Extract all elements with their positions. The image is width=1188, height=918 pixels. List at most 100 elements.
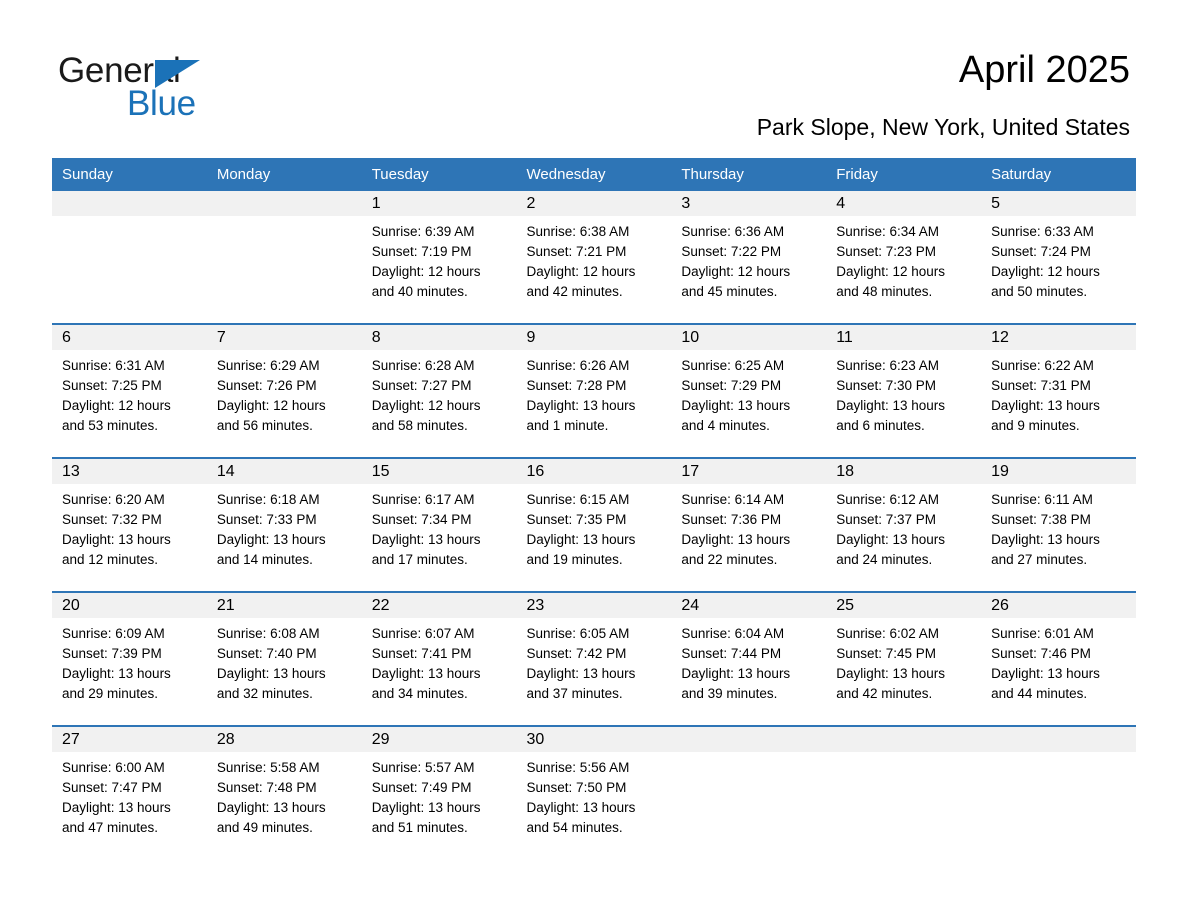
calendar-day-cell[interactable]: 23 Sunrise: 6:05 AM Sunset: 7:42 PM Dayligh…: [516, 591, 672, 726]
day-number: 20: [52, 593, 207, 618]
daylight-text-line2: and 6 minutes.: [836, 418, 925, 433]
day-sun-info: Sunrise: 6:18 AM Sunset: 7:33 PM Daylight:…: [207, 484, 362, 570]
calendar-day-cell[interactable]: 29 Sunrise: 5:57 AM Sunset: 7:49 PM Dayligh…: [361, 725, 517, 845]
day-sun-info: Sunrise: 6:17 AM Sunset: 7:34 PM Daylight:…: [362, 484, 517, 570]
day-sun-info: Sunrise: 6:08 AM Sunset: 7:40 PM Daylight:…: [207, 618, 362, 704]
sunrise-text: Sunrise: 6:09 AM: [62, 626, 165, 641]
sunrise-text: Sunrise: 6:02 AM: [836, 626, 940, 641]
calendar-day-cell[interactable]: 10 Sunrise: 6:25 AM Sunset: 7:29 PM Dayligh…: [671, 323, 827, 458]
day-sun-info: Sunrise: 5:56 AM Sunset: 7:50 PM Daylight:…: [517, 752, 672, 838]
daylight-text-line2: and 34 minutes.: [371, 686, 468, 701]
day-cell-inner: 21 Sunrise: 6:08 AM Sunset: 7:40 PM Dayligh…: [206, 593, 362, 725]
day-cell-inner: 18 Sunrise: 6:12 AM Sunset: 7:37 PM Dayligh…: [826, 459, 982, 591]
daylight-text-line1: Daylight: 13 hours: [991, 398, 1100, 413]
daylight-text-line1: Daylight: 13 hours: [62, 532, 171, 547]
daylight-text-line2: and 54 minutes.: [526, 820, 623, 835]
calendar-day-cell[interactable]: 1 Sunrise: 6:39 AM Sunset: 7:19 PM Daylight…: [361, 191, 517, 324]
daylight-text-line2: and 1 minute.: [526, 418, 609, 433]
day-sun-info: Sunrise: 6:39 AM Sunset: 7:19 PM Daylight:…: [362, 216, 517, 302]
calendar-day-cell[interactable]: 24 Sunrise: 6:04 AM Sunset: 7:44 PM Dayligh…: [671, 591, 827, 726]
calendar-day-cell[interactable]: 6 Sunrise: 6:31 AM Sunset: 7:25 PM Daylight…: [52, 323, 207, 458]
calendar-day-cell[interactable]: 14 Sunrise: 6:18 AM Sunset: 7:33 PM Dayligh…: [206, 457, 362, 592]
calendar-day-cell: [206, 191, 362, 324]
daylight-text-line2: and 44 minutes.: [991, 686, 1088, 701]
day-number: [671, 727, 827, 752]
daylight-text-line1: Daylight: 13 hours: [371, 532, 481, 547]
sunset-text: Sunset: 7:21 PM: [526, 244, 627, 259]
calendar-day-cell[interactable]: 17 Sunrise: 6:14 AM Sunset: 7:36 PM Dayligh…: [671, 457, 827, 592]
calendar-day-cell[interactable]: 11 Sunrise: 6:23 AM Sunset: 7:30 PM Dayligh…: [826, 323, 982, 458]
daylight-text-line1: Daylight: 13 hours: [526, 532, 636, 547]
day-sun-info: Sunrise: 6:09 AM Sunset: 7:39 PM Daylight:…: [52, 618, 207, 704]
sunset-text: Sunset: 7:22 PM: [681, 244, 782, 259]
calendar-day-cell[interactable]: 5 Sunrise: 6:33 AM Sunset: 7:24 PM Daylight…: [981, 191, 1136, 324]
calendar-day-cell[interactable]: 7 Sunrise: 6:29 AM Sunset: 7:26 PM Daylight…: [206, 323, 362, 458]
day-sun-info: Sunrise: 6:11 AM Sunset: 7:38 PM Daylight:…: [981, 484, 1136, 570]
calendar-day-cell: [981, 725, 1136, 845]
calendar-day-cell[interactable]: 8 Sunrise: 6:28 AM Sunset: 7:27 PM Daylight…: [361, 323, 517, 458]
daylight-text-line2: and 42 minutes.: [836, 686, 933, 701]
daylight-text-line2: and 48 minutes.: [836, 284, 933, 299]
sunrise-text: Sunrise: 6:11 AM: [991, 492, 1093, 507]
daylight-text-line1: Daylight: 12 hours: [836, 264, 946, 279]
calendar-day-cell[interactable]: 2 Sunrise: 6:38 AM Sunset: 7:21 PM Daylight…: [516, 191, 672, 324]
day-sun-info: Sunrise: 6:23 AM Sunset: 7:30 PM Daylight:…: [826, 350, 981, 436]
daylight-text-line2: and 14 minutes.: [216, 552, 313, 567]
sunrise-text: Sunrise: 5:57 AM: [371, 760, 475, 775]
calendar-day-cell[interactable]: 20 Sunrise: 6:09 AM Sunset: 7:39 PM Dayligh…: [52, 591, 207, 726]
daylight-text-line1: Daylight: 12 hours: [62, 398, 171, 413]
calendar-day-cell[interactable]: 16 Sunrise: 6:15 AM Sunset: 7:35 PM Dayligh…: [516, 457, 672, 592]
weekday-header-sunday: Sunday: [52, 158, 207, 191]
calendar-day-cell[interactable]: 30 Sunrise: 5:56 AM Sunset: 7:50 PM Dayligh…: [516, 725, 672, 845]
sunrise-text: Sunrise: 5:56 AM: [526, 760, 630, 775]
day-number: 16: [516, 459, 672, 484]
calendar-day-cell[interactable]: 28 Sunrise: 5:58 AM Sunset: 7:48 PM Dayligh…: [206, 725, 362, 845]
calendar-week-row: 20 Sunrise: 6:09 AM Sunset: 7:39 PM Dayligh…: [52, 591, 1136, 726]
sunrise-text: Sunrise: 6:07 AM: [371, 626, 475, 641]
sunset-text: Sunset: 7:23 PM: [836, 244, 937, 259]
calendar-day-cell[interactable]: 4 Sunrise: 6:34 AM Sunset: 7:23 PM Daylight…: [826, 191, 982, 324]
day-sun-info: Sunrise: 6:12 AM Sunset: 7:37 PM Daylight:…: [826, 484, 981, 570]
sunrise-text: Sunrise: 6:29 AM: [216, 358, 320, 373]
calendar-day-cell[interactable]: 26 Sunrise: 6:01 AM Sunset: 7:46 PM Dayligh…: [981, 591, 1136, 726]
general-blue-logo[interactable]: General Blue: [58, 52, 258, 124]
sunrise-text: Sunrise: 6:15 AM: [526, 492, 630, 507]
calendar-day-cell[interactable]: 18 Sunrise: 6:12 AM Sunset: 7:37 PM Dayligh…: [826, 457, 982, 592]
calendar-day-cell[interactable]: 13 Sunrise: 6:20 AM Sunset: 7:32 PM Dayligh…: [52, 457, 207, 592]
weekday-header-friday: Friday: [826, 158, 982, 191]
day-number: 11: [826, 325, 982, 350]
sunset-text: Sunset: 7:50 PM: [526, 780, 627, 795]
sunset-text: Sunset: 7:24 PM: [991, 244, 1091, 259]
calendar-day-cell[interactable]: 21 Sunrise: 6:08 AM Sunset: 7:40 PM Dayligh…: [206, 591, 362, 726]
daylight-text-line1: Daylight: 13 hours: [526, 666, 636, 681]
daylight-text-line1: Daylight: 12 hours: [371, 398, 481, 413]
daylight-text-line2: and 40 minutes.: [371, 284, 468, 299]
daylight-text-line1: Daylight: 13 hours: [371, 666, 481, 681]
day-cell-inner: 27 Sunrise: 6:00 AM Sunset: 7:47 PM Dayligh…: [52, 727, 207, 845]
calendar-day-cell[interactable]: 22 Sunrise: 6:07 AM Sunset: 7:41 PM Dayligh…: [361, 591, 517, 726]
calendar-day-cell[interactable]: 9 Sunrise: 6:26 AM Sunset: 7:28 PM Daylight…: [516, 323, 672, 458]
day-sun-info: Sunrise: 6:07 AM Sunset: 7:41 PM Daylight:…: [362, 618, 517, 704]
sunrise-text: Sunrise: 6:31 AM: [62, 358, 165, 373]
day-number: [826, 727, 982, 752]
calendar-day-cell: [52, 191, 207, 324]
calendar-day-cell[interactable]: 25 Sunrise: 6:02 AM Sunset: 7:45 PM Dayligh…: [826, 591, 982, 726]
sunset-text: Sunset: 7:38 PM: [991, 512, 1091, 527]
day-cell-inner: 2 Sunrise: 6:38 AM Sunset: 7:21 PM Daylight…: [516, 191, 672, 323]
calendar-day-cell[interactable]: 3 Sunrise: 6:36 AM Sunset: 7:22 PM Daylight…: [671, 191, 827, 324]
calendar-day-cell[interactable]: 15 Sunrise: 6:17 AM Sunset: 7:34 PM Dayligh…: [361, 457, 517, 592]
calendar-day-cell[interactable]: 12 Sunrise: 6:22 AM Sunset: 7:31 PM Dayligh…: [981, 323, 1136, 458]
calendar-day-cell[interactable]: 19 Sunrise: 6:11 AM Sunset: 7:38 PM Dayligh…: [981, 457, 1136, 592]
calendar-day-cell[interactable]: 27 Sunrise: 6:00 AM Sunset: 7:47 PM Dayligh…: [52, 725, 207, 845]
day-cell-inner: [981, 727, 1136, 845]
day-sun-info: Sunrise: 6:29 AM Sunset: 7:26 PM Daylight:…: [207, 350, 362, 436]
day-sun-info: Sunrise: 6:14 AM Sunset: 7:36 PM Daylight:…: [671, 484, 826, 570]
sunset-text: Sunset: 7:35 PM: [526, 512, 627, 527]
day-cell-inner: 29 Sunrise: 5:57 AM Sunset: 7:49 PM Dayligh…: [361, 727, 517, 845]
sunrise-text: Sunrise: 6:23 AM: [836, 358, 940, 373]
day-sun-info: Sunrise: 6:33 AM Sunset: 7:24 PM Daylight:…: [981, 216, 1136, 302]
day-number: 10: [671, 325, 827, 350]
daylight-text-line1: Daylight: 12 hours: [681, 264, 791, 279]
sunrise-text: Sunrise: 6:17 AM: [371, 492, 475, 507]
daylight-text-line1: Daylight: 13 hours: [681, 398, 791, 413]
